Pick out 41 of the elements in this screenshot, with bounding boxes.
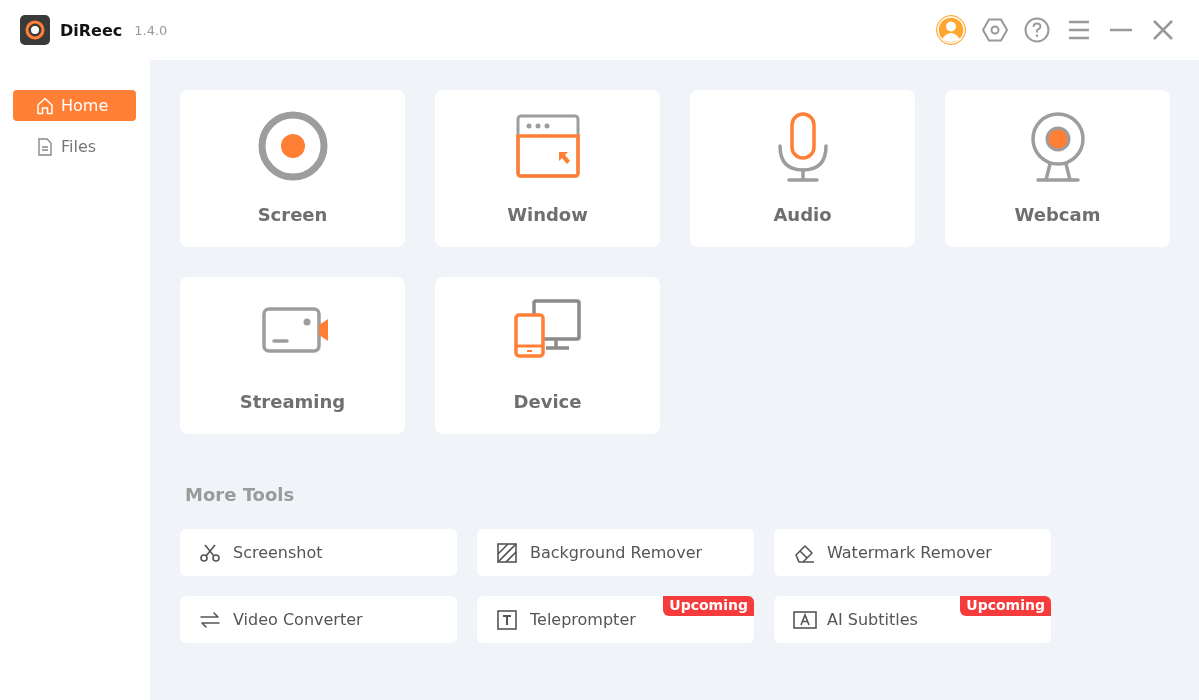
mode-label: Window (507, 204, 588, 225)
tool-button[interactable]: AI Subtitles Upcoming (774, 596, 1051, 643)
sidebar-item[interactable]: Home (13, 90, 136, 121)
hatched-square-icon (496, 541, 520, 564)
tool-label: AI Subtitles (827, 610, 918, 629)
tool-label: Background Remover (530, 543, 703, 562)
mode-card[interactable]: Window (435, 90, 660, 247)
mode-label: Device (513, 391, 582, 412)
account-icon[interactable] (935, 14, 967, 46)
home-icon (35, 95, 55, 116)
a-box-icon (793, 608, 817, 631)
mode-label: Audio (773, 204, 832, 225)
app-version: 1.4.0 (134, 22, 168, 38)
mode-card[interactable]: Screen (180, 90, 405, 247)
settings-icon[interactable] (981, 16, 1009, 44)
tool-button[interactable]: Screenshot (180, 529, 457, 576)
mode-card[interactable]: Webcam (945, 90, 1170, 247)
tool-label: Watermark Remover (827, 543, 992, 562)
app-name: DiReec (60, 20, 123, 40)
sidebar-item[interactable]: Files (13, 131, 136, 162)
mode-label: Webcam (1014, 204, 1101, 225)
app-logo-icon (20, 15, 50, 45)
section-heading: More Tools (185, 484, 296, 505)
tool-button[interactable]: Teleprompter Upcoming (477, 596, 754, 643)
mode-card[interactable]: Audio (690, 90, 915, 247)
screen-record-icon (256, 110, 329, 182)
tool-label: Video Converter (233, 610, 363, 629)
mode-card[interactable]: Streaming (180, 277, 405, 434)
mode-card[interactable]: Device (435, 277, 660, 434)
t-box-icon (496, 608, 520, 631)
tool-button[interactable]: Background Remover (477, 529, 754, 576)
tool-button[interactable]: Watermark Remover (774, 529, 1051, 576)
tool-label: Screenshot (233, 543, 323, 562)
upcoming-badge: Upcoming (960, 596, 1051, 616)
tool-label: Teleprompter (530, 610, 636, 629)
file-icon (35, 136, 55, 157)
upcoming-badge: Upcoming (663, 596, 754, 616)
tool-button[interactable]: Video Converter (180, 596, 457, 643)
mode-label: Streaming (239, 391, 346, 412)
help-icon[interactable] (1023, 16, 1051, 44)
mode-label: Screen (257, 204, 328, 225)
